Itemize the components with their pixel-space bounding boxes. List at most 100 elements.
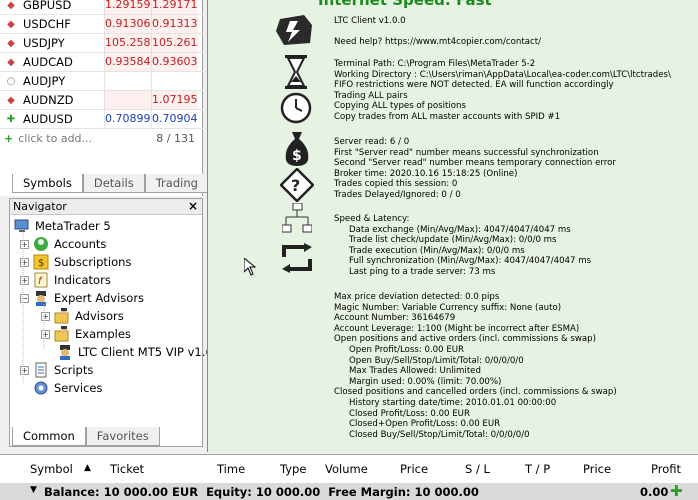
info-section-version: LTC Client v1.0.0 Need help? https://www…: [334, 16, 541, 48]
network-icon: [282, 203, 312, 233]
collapse-arrow-icon[interactable]: ▼: [30, 485, 37, 495]
tab-details[interactable]: Details: [82, 174, 145, 193]
info-line: Full synchronization (Min/Avg/Max): 4047…: [349, 256, 592, 267]
market-watch-row[interactable]: ◆ GBPUSD 1.29159 1.29171: [0, 0, 203, 15]
bid-price: [104, 72, 151, 90]
info-section-account: Max price deviation detected: 0.0 pips Ma…: [334, 292, 617, 440]
info-line: Max price deviation detected: 0.0 pips: [334, 292, 500, 302]
question-diamond-icon: ?: [280, 168, 314, 202]
col-ticket[interactable]: Ticket: [110, 462, 144, 476]
info-line: Speed & Latency:: [334, 214, 410, 224]
info-line: Trades Delayed/Ignored: 0 / 0: [334, 189, 461, 200]
info-line: Trade list check/update (Min/Avg/Max): 0…: [349, 235, 557, 246]
info-line: History starting date/time: 2010.01.01 0…: [349, 397, 557, 408]
mouse-cursor-icon: [244, 258, 256, 276]
market-watch-row[interactable]: ○ AUDJPY: [0, 72, 203, 91]
click-to-add-row[interactable]: + click to add... 8 / 131: [0, 129, 203, 148]
col-volume[interactable]: Volume: [325, 462, 368, 476]
info-line: Max Trades Allowed: Unlimited: [349, 366, 481, 377]
profit-total: 0.00: [640, 485, 669, 499]
market-watch-tabs: Symbols Details Trading: [12, 174, 209, 193]
info-line: Magic Number: Variable Currency suffix: …: [334, 302, 562, 313]
internet-speed-banner: Internet Speed: Fast: [318, 0, 492, 9]
tree-lines: [22, 232, 45, 384]
svg-text:?: ?: [291, 176, 300, 195]
info-line: Trading ALL pairs: [334, 90, 408, 101]
hourglass-icon: [285, 55, 307, 89]
bid-price: [104, 91, 151, 109]
tab-trading[interactable]: Trading: [144, 174, 209, 193]
add-green-icon: ✚: [670, 482, 683, 500]
info-line: Last ping to a trade server: 73 ms: [349, 266, 496, 277]
info-line: Second "Server read" number means tempor…: [334, 158, 616, 169]
info-section-terminal: Terminal Path: C:\Program Files\MetaTrad…: [334, 59, 671, 123]
info-line: Closed+Open Profit/Loss: 0.00 EUR: [349, 419, 501, 430]
price-down-icon: ◆: [7, 94, 15, 106]
navigator-tabs: Common Favorites: [12, 427, 160, 446]
navigator-close-button[interactable]: ×: [188, 199, 198, 213]
ask-price: 105.261: [151, 34, 198, 52]
balance-text: Balance: 10 000.00 EUR Equity: 10 000.00…: [44, 485, 479, 499]
ask-price: 0.70904: [151, 110, 198, 128]
nav-label: LTC Client MT5 VIP v1.(: [78, 345, 210, 359]
market-watch-row[interactable]: ◆ AUDNZD 1.07195: [0, 91, 203, 110]
info-line: [334, 27, 541, 38]
info-line: Account Number: 36164679: [334, 313, 456, 324]
nav-label: Examples: [75, 327, 131, 341]
ask-price: [151, 72, 198, 90]
info-line: FIFO restrictions were NOT detected. EA …: [334, 80, 614, 91]
add-symbol-icon: +: [4, 132, 14, 145]
symbol-name: USDCHF: [23, 17, 71, 31]
info-section-server: Server read: 6 / 0 First "Server read" nu…: [334, 137, 616, 201]
info-line: Copying ALL types of positions: [334, 101, 466, 112]
symbol-name: AUDNZD: [23, 93, 74, 107]
market-watch-row[interactable]: ◆ USDJPY 105.258 105.261: [0, 34, 203, 53]
price-up-icon: ✚: [6, 113, 16, 125]
price-none-icon: ○: [6, 75, 16, 87]
sync-arrows-icon: [282, 243, 312, 273]
market-watch-row[interactable]: ✚ AUDUSD 0.70899 0.70904: [0, 110, 203, 129]
bid-price: 0.70899: [104, 110, 151, 128]
svg-text:$: $: [292, 148, 302, 164]
price-down-icon: ◆: [7, 0, 15, 11]
col-profit[interactable]: Profit: [651, 462, 681, 476]
info-line: Account Leverage: 1:100 (Might be incorr…: [334, 323, 580, 334]
info-line: Copy trades from ALL master accounts wit…: [334, 111, 561, 122]
sort-asc-icon: ▲: [84, 463, 91, 473]
market-watch-row[interactable]: ◆ USDCHF 0.91306 0.91313: [0, 15, 203, 34]
info-line: Data exchange (Min/Avg/Max): 4047/4047/4…: [349, 224, 571, 235]
tab-symbols[interactable]: Symbols: [12, 174, 83, 193]
info-line: Working Directory : C:\Users\riman\AppDa…: [334, 69, 671, 80]
col-current-price[interactable]: Price: [583, 462, 611, 476]
col-type[interactable]: Type: [280, 462, 306, 476]
col-price[interactable]: Price: [400, 462, 428, 476]
col-time[interactable]: Time: [217, 462, 245, 476]
col-sl[interactable]: S / L: [465, 462, 490, 476]
col-tp[interactable]: T / P: [525, 462, 550, 476]
bid-price: 105.258: [104, 34, 151, 52]
info-line: Closed Profit/Loss: 0.00 EUR: [349, 408, 470, 419]
info-line: Closed Buy/Sell/Stop/Limit/Total: 0/0/0/…: [349, 429, 530, 440]
info-line: Trade execution (Min/Avg/Max): 0/0/0 ms: [349, 245, 525, 256]
market-watch-panel: ◆ GBPUSD 1.29159 1.29171 ◆ USDCHF 0.91306 0.913…: [0, 0, 203, 196]
market-watch-row[interactable]: ◆ AUDCAD 0.93584 0.93603: [0, 53, 203, 72]
nav-label: Advisors: [75, 309, 124, 323]
info-line: Open Buy/Sell/Stop/Limit/Total: 0/0/0/0/…: [349, 355, 524, 366]
info-line: Open Profit/Loss: 0.00 EUR: [349, 344, 465, 355]
info-line: First "Server read" number means success…: [334, 147, 599, 158]
info-line: Server read: 6 / 0: [334, 137, 410, 147]
ask-price: 0.93603: [151, 53, 198, 71]
price-down-icon: ◆: [7, 37, 15, 49]
price-down-icon: ◆: [7, 18, 15, 30]
tab-favorites[interactable]: Favorites: [85, 427, 160, 446]
info-section-latency: Speed & Latency: Data exchange (Min/Avg/M…: [334, 214, 591, 278]
info-line: Need help? https://www.mt4copier.com/con…: [334, 37, 541, 48]
symbol-name: AUDCAD: [23, 55, 73, 69]
price-down-icon: ◆: [7, 56, 15, 68]
ask-price: 0.91313: [151, 15, 198, 33]
col-symbol[interactable]: Symbol: [30, 462, 73, 476]
bid-price: 1.29159: [104, 0, 151, 14]
tab-common[interactable]: Common: [12, 427, 86, 446]
nav-item-ltc-client[interactable]: LTC Client MT5 VIP v1.(: [57, 343, 210, 361]
symbol-name: USDJPY: [23, 36, 65, 50]
